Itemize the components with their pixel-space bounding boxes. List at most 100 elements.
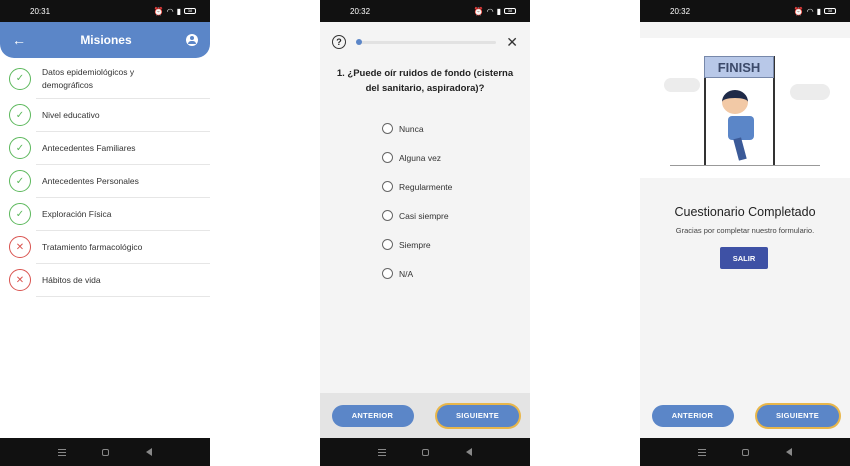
back-icon[interactable] [785,448,792,456]
cloud-shape [664,78,700,92]
mission-item-tratamiento[interactable]: ✕ Tratamiento farmacológico [9,231,210,264]
question-screen: 20:32 ⏰ ◠ ▮ 38 ? ✕ 1. ¿Puede oír ruidos … [320,0,530,466]
account-icon[interactable] [185,34,198,46]
option-nunca[interactable]: Nunca [382,114,530,143]
radio-icon[interactable] [382,239,393,250]
check-icon: ✓ [9,170,31,192]
completed-subtitle: Gracias por completar nuestro formulario… [675,226,815,235]
next-button[interactable]: SIGUIENTE [756,404,839,427]
battery-icon: 38 [824,8,836,14]
android-nav-bar [640,438,850,466]
mission-label: Antecedentes Familiares [42,142,136,153]
mission-list: ✓ Datos epidemiológicos y demográficos ✓… [0,59,210,297]
status-bar: 20:32 ⏰ ◠ ▮ 38 [640,0,850,22]
question-text: 1. ¿Puede oír ruidos de fondo (cisterna … [336,68,514,94]
question-header: ? ✕ [320,22,530,62]
home-icon[interactable] [102,448,110,456]
close-icon[interactable]: ✕ [506,34,518,51]
status-time: 20:32 [350,6,371,16]
next-button[interactable]: SIGUIENTE [436,404,519,427]
finish-banner: FINISH [704,56,774,78]
mission-item-nivel-educativo[interactable]: ✓ Nivel educativo [9,99,210,132]
mission-item-habitos[interactable]: ✕ Hábitos de vida [9,264,210,297]
mission-label: Hábitos de vida [42,274,101,285]
check-icon: ✓ [9,67,31,90]
mission-item-datos[interactable]: ✓ Datos epidemiológicos y demográficos [9,59,210,99]
alarm-icon: ⏰ [473,6,484,16]
check-icon: ✓ [9,203,31,225]
runner-head [722,90,748,114]
radio-icon[interactable] [382,210,393,221]
completed-screen: 20:32 ⏰ ◠ ▮ 38 FINISH Cuestionario Compl… [640,0,850,466]
option-casi-siempre[interactable]: Casi siempre [382,201,530,230]
status-time: 20:32 [670,6,691,16]
app-bar: ← Misiones [0,22,210,58]
check-icon: ✓ [9,104,31,126]
home-icon[interactable] [422,448,430,456]
mission-label: Tratamiento farmacológico [42,241,143,252]
cross-icon: ✕ [9,236,31,258]
option-label: Nunca [399,123,424,134]
recents-icon[interactable] [58,448,67,456]
alarm-icon: ⏰ [153,6,164,16]
ground-line [670,165,820,166]
mission-label: Antecedentes Personales [42,175,139,186]
finish-illustration: FINISH [640,38,850,178]
wifi-icon: ◠ [166,6,174,16]
option-na[interactable]: N/A [382,259,530,288]
recents-icon[interactable] [698,448,707,456]
page-title: Misiones [80,33,132,47]
answer-options: Nunca Alguna vez Regularmente Casi siemp… [320,114,530,288]
completed-title: Cuestionario Completado [674,205,816,219]
battery-icon: 38 [504,8,516,14]
status-icons: ⏰ ◠ ▮ 38 [154,7,196,16]
status-time: 20:31 [30,6,51,16]
footer-buttons: ANTERIOR SIGUIENTE [640,393,850,438]
back-icon[interactable] [145,448,152,456]
android-nav-bar [0,438,210,466]
option-label: N/A [399,268,414,279]
previous-button[interactable]: ANTERIOR [331,404,414,427]
back-arrow-icon[interactable]: ← [12,32,26,48]
radio-icon[interactable] [382,123,393,134]
mission-label: Nivel educativo [42,109,100,120]
check-icon: ✓ [9,137,31,159]
footer-buttons: ANTERIOR SIGUIENTE [320,393,530,438]
option-label: Casi siempre [399,210,449,221]
radio-icon[interactable] [382,268,393,279]
mission-item-antecedentes-personales[interactable]: ✓ Antecedentes Personales [9,165,210,198]
option-alguna-vez[interactable]: Alguna vez [382,143,530,172]
status-icons: ⏰ ◠ ▮ 38 [474,7,516,16]
status-icons: ⏰ ◠ ▮ 38 [794,7,836,16]
signal-icon: ▮ [496,6,501,16]
home-icon[interactable] [742,448,750,456]
signal-icon: ▮ [176,6,181,16]
signal-icon: ▮ [816,6,821,16]
radio-icon[interactable] [382,181,393,192]
option-siempre[interactable]: Siempre [382,230,530,259]
mission-item-exploracion-fisica[interactable]: ✓ Exploración Física [9,198,210,231]
battery-icon: 38 [184,8,196,14]
option-label: Alguna vez [399,152,442,163]
recents-icon[interactable] [378,448,387,456]
mission-label: Exploración Física [42,208,112,219]
runner-leg [733,137,747,161]
mission-label: Datos epidemiológicos y demográficos [42,66,135,90]
progress-indicator [356,39,362,45]
progress-bar [356,39,497,45]
radio-icon[interactable] [382,152,393,163]
wifi-icon: ◠ [806,6,814,16]
wifi-icon: ◠ [486,6,494,16]
status-bar: 20:31 ⏰ ◠ ▮ 38 [0,0,210,22]
cross-icon: ✕ [9,269,31,291]
alarm-icon: ⏰ [793,6,804,16]
option-regularmente[interactable]: Regularmente [382,172,530,201]
previous-button[interactable]: ANTERIOR [651,404,734,427]
back-icon[interactable] [465,448,472,456]
android-nav-bar [320,438,530,466]
mission-item-antecedentes-familiares[interactable]: ✓ Antecedentes Familiares [9,132,210,165]
status-bar: 20:32 ⏰ ◠ ▮ 38 [320,0,530,22]
help-icon[interactable]: ? [332,35,346,49]
exit-button[interactable]: SALIR [720,247,768,269]
cloud-shape [790,84,830,100]
